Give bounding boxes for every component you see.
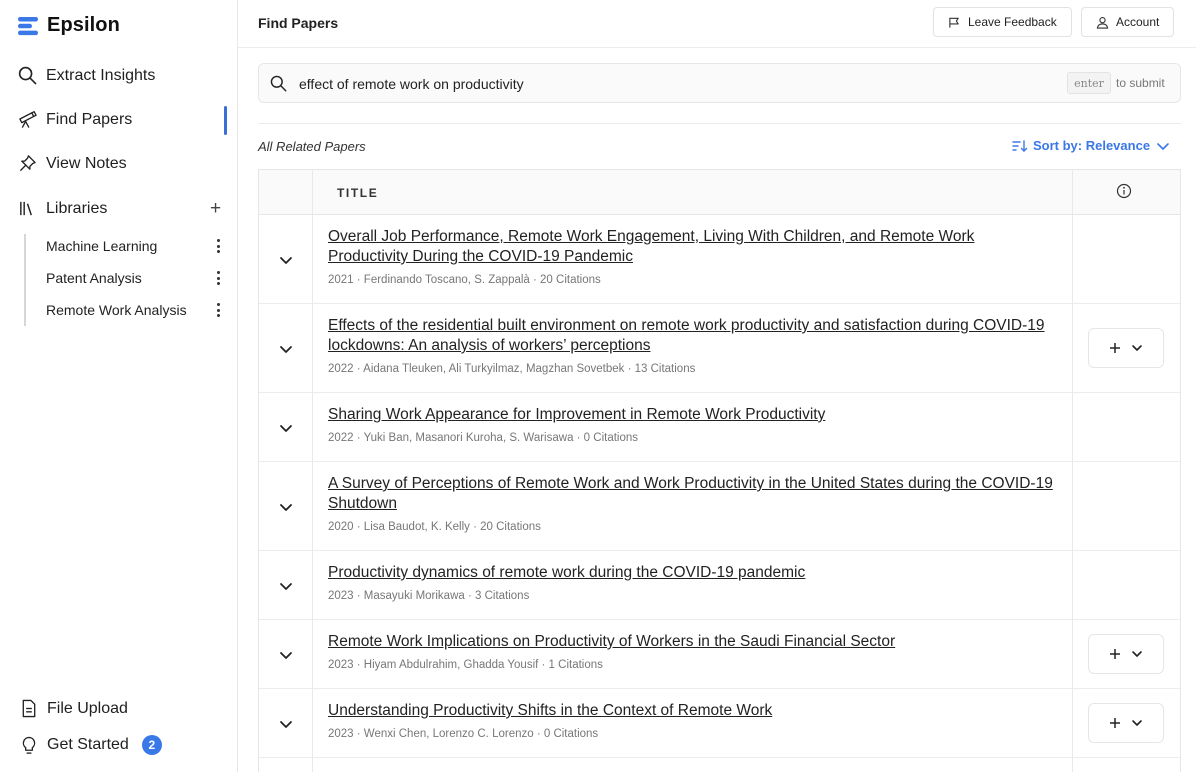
divider [258, 123, 1181, 124]
results-label: All Related Papers [258, 139, 366, 154]
paper-title-link[interactable]: Overall Job Performance, Remote Work Eng… [328, 227, 1058, 267]
add-to-library-button[interactable] [1088, 328, 1164, 368]
top-header: Find Papers Leave Feedback Account [238, 0, 1196, 48]
chevron-down-icon[interactable] [279, 256, 293, 266]
brand[interactable]: Epsilon [17, 14, 120, 37]
table-row: Remote Work Implications on Productivity… [259, 620, 1180, 689]
table-row: Overall Job Performance, Remote Work Eng… [259, 215, 1180, 304]
nav-view-notes[interactable]: View Notes [18, 154, 127, 173]
user-icon [1096, 16, 1109, 29]
search-icon [270, 75, 287, 92]
chevron-down-icon [1132, 720, 1142, 726]
nav-label: Extract Insights [46, 66, 156, 84]
search-icon [18, 66, 37, 85]
nav-find-papers[interactable]: Find Papers [18, 110, 132, 129]
nav-label: View Notes [46, 154, 127, 172]
chevron-down-icon[interactable] [279, 424, 293, 434]
enter-key-hint: enter [1067, 72, 1111, 94]
epsilon-logo-icon [18, 16, 38, 35]
chevron-down-icon[interactable] [279, 720, 293, 730]
add-library-button[interactable]: + [210, 199, 221, 218]
add-to-library-button[interactable] [1088, 634, 1164, 674]
plus-icon [1110, 343, 1120, 353]
nav-libraries[interactable]: Libraries [18, 199, 107, 218]
libraries-label: Libraries [46, 199, 108, 217]
paper-meta: 2023 · Hiyam Abdulrahim, Ghadda Yousif ·… [328, 659, 603, 671]
library-item-machine-learning[interactable]: Machine Learning [46, 238, 157, 254]
account-label: Account [1116, 15, 1160, 29]
get-started-badge: 2 [141, 735, 162, 755]
table-row: A Survey of Perceptions of Remote Work a… [259, 462, 1180, 551]
add-to-library-button[interactable] [1088, 703, 1164, 743]
nav-file-upload[interactable]: File Upload [20, 699, 128, 718]
table-row: Sharing Work Appearance for Improvement … [259, 393, 1180, 462]
paper-title-link[interactable]: Remote Work Implications on Productivity… [328, 632, 1058, 652]
chevron-down-icon [1157, 142, 1169, 150]
file-upload-label: File Upload [47, 699, 128, 717]
file-icon [22, 699, 36, 718]
get-started-label: Get Started [47, 736, 129, 753]
paper-title-link[interactable]: Understanding Productivity Shifts in the… [328, 701, 1058, 721]
sort-label: Sort by: Relevance [1033, 138, 1151, 153]
paper-title-link[interactable]: Productivity dynamics of remote work dur… [328, 563, 1058, 583]
chevron-down-icon [1132, 345, 1142, 351]
page-title: Find Papers [258, 15, 339, 31]
sort-dropdown[interactable]: Sort by: Relevance [1012, 138, 1171, 153]
table-row: Understanding Productivity Shifts in the… [259, 689, 1180, 758]
library-tree-line [24, 234, 26, 326]
active-nav-indicator [224, 106, 227, 135]
pin-icon [19, 155, 36, 172]
paper-meta: 2020 · Lisa Baudot, K. Kelly · 20 Citati… [328, 521, 541, 533]
paper-meta: 2023 · Masayuki Morikawa · 3 Citations [328, 590, 530, 602]
table-header: TITLE [259, 170, 1180, 215]
feedback-flag-icon [949, 17, 959, 28]
leave-feedback-button[interactable]: Leave Feedback [933, 7, 1072, 37]
library-item-patent-analysis[interactable]: Patent Analysis [46, 270, 142, 286]
paper-meta: 2023 · Wenxi Chen, Lorenzo C. Lorenzo · … [328, 728, 599, 740]
plus-icon [1110, 649, 1120, 659]
chevron-down-icon[interactable] [279, 651, 293, 661]
table-row: Effects of the residential built environ… [259, 304, 1180, 393]
feedback-label: Leave Feedback [968, 15, 1057, 29]
chevron-down-icon[interactable] [279, 345, 293, 355]
library-options-icon[interactable] [213, 302, 223, 318]
paper-meta: 2022 · Aidana Tleuken, Ali Turkyilmaz, M… [328, 363, 696, 375]
library-options-icon[interactable] [213, 270, 223, 286]
library-options-icon[interactable] [213, 238, 223, 254]
sort-icon [1012, 139, 1028, 152]
paper-meta: 2022 · Yuki Ban, Masanori Kuroha, S. War… [328, 432, 639, 444]
info-icon[interactable] [1116, 183, 1132, 199]
paper-title-link[interactable]: A Survey of Perceptions of Remote Work a… [328, 474, 1058, 514]
column-title: TITLE [337, 186, 379, 200]
chevron-down-icon[interactable] [279, 582, 293, 592]
paper-title-link[interactable]: Effects of the residential built environ… [328, 316, 1058, 356]
paper-meta: 2021 · Ferdinando Toscano, S. Zappalà · … [328, 274, 601, 286]
nav-get-started[interactable]: Get Started 2 [20, 735, 162, 755]
search-input[interactable] [299, 73, 1039, 95]
papers-table: TITLE Overall Job Performance, Remote Wo… [258, 169, 1181, 772]
chevron-down-icon[interactable] [279, 503, 293, 513]
library-books-icon [20, 201, 32, 216]
chevron-down-icon [1132, 651, 1142, 657]
plus-icon [1110, 718, 1120, 728]
sidebar: Epsilon Extract Insights Find Papers Vie… [0, 0, 238, 772]
account-button[interactable]: Account [1081, 7, 1175, 37]
submit-hint: to submit [1116, 76, 1165, 90]
paper-title-link[interactable]: Sharing Work Appearance for Improvement … [328, 405, 1058, 425]
nav-label: Find Papers [46, 110, 133, 128]
search-bar: enter to submit [258, 63, 1181, 103]
app-name: Epsilon [47, 14, 120, 36]
table-row: Productivity dynamics of remote work dur… [259, 551, 1180, 620]
library-item-remote-work-analysis[interactable]: Remote Work Analysis [46, 302, 187, 318]
lightbulb-icon [22, 736, 36, 754]
telescope-icon [19, 111, 37, 128]
nav-extract-insights[interactable]: Extract Insights [18, 66, 155, 85]
